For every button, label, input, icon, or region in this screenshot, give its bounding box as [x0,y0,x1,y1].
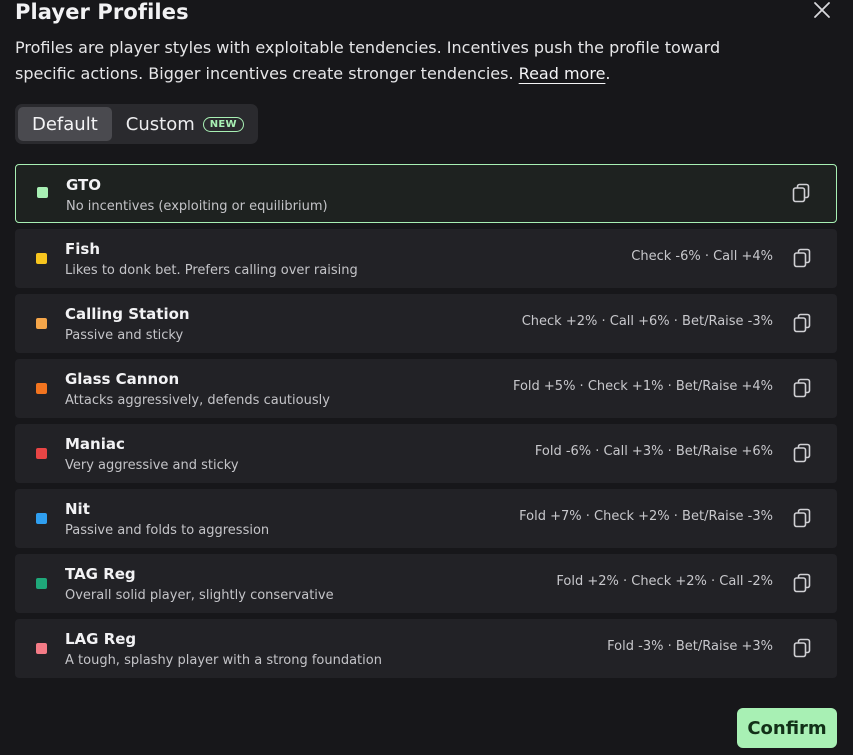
tab-custom[interactable]: Custom NEW [112,107,258,141]
close-icon[interactable] [813,1,831,19]
player-profiles-modal: Player Profiles Profiles are player styl… [0,0,853,755]
profile-color-swatch [36,383,47,394]
profile-name: Calling Station [65,305,190,323]
profile-type-tabs: Default Custom NEW [15,104,258,144]
profile-row-glass-cannon[interactable]: Glass Cannon Attacks aggressively, defend… [15,359,837,418]
profile-description: Passive and folds to aggression [65,523,270,538]
profile-row-fish[interactable]: Fish Likes to donk bet. Prefers calling o… [15,229,837,288]
profile-incentives: Fold +7% · Check +2% · Bet/Raise -3% [519,509,773,524]
copy-icon[interactable] [792,183,810,203]
tab-default[interactable]: Default [18,107,112,141]
profile-incentives: Check -6% · Call +4% [631,249,773,264]
profile-description: Overall solid player, slightly conservat… [65,588,334,603]
profile-description: No incentives (exploiting or equilibrium… [66,199,328,214]
profile-name: Fish [65,240,100,258]
profile-incentives: Fold -6% · Call +3% · Bet/Raise +6% [534,444,773,459]
profile-name: LAG Reg [65,630,137,648]
profile-row-nit[interactable]: Nit Passive and folds to aggression Fold +… [15,489,837,548]
copy-icon[interactable] [793,378,811,398]
description-period: . [605,64,611,83]
profile-name: Nit [65,500,90,518]
tab-default-label: Default [32,113,98,135]
modal-description: Profiles are player styles with exploita… [15,35,775,87]
copy-icon[interactable] [793,508,811,528]
profile-row-tag-reg[interactable]: TAG Reg Overall solid player, slightly co… [15,554,837,613]
profile-color-swatch [36,253,47,264]
profile-list: GTO No incentives (exploiting or equilibr… [15,164,837,684]
profile-color-swatch [36,318,47,329]
profile-row-calling-station[interactable]: Calling Station Passive and sticky Check +… [15,294,837,353]
profile-color-swatch [36,643,47,654]
profile-name: GTO [66,176,102,194]
description-text: Profiles are player styles with exploita… [15,38,721,83]
read-more-link[interactable]: Read more [519,64,606,83]
profile-color-swatch [36,448,47,459]
profile-description: Passive and sticky [65,328,184,343]
profile-row-lag-reg[interactable]: LAG Reg A tough, splashy player with a st… [15,619,837,678]
copy-icon[interactable] [793,313,811,333]
tab-custom-label: Custom [125,113,195,135]
profile-description: Attacks aggressively, defends cautiously [65,393,330,408]
profile-name: Glass Cannon [65,370,180,388]
profile-incentives: Fold +2% · Check +2% · Call -2% [556,574,773,589]
profile-incentives: Fold -3% · Bet/Raise +3% [607,639,773,654]
new-badge: NEW [202,116,244,132]
profile-row-maniac[interactable]: Maniac Very aggressive and sticky Fold -6%… [15,424,837,483]
profile-description: Likes to donk bet. Prefers calling over … [65,263,358,278]
copy-icon[interactable] [793,573,811,593]
profile-description: Very aggressive and sticky [65,458,239,473]
profile-incentives: Fold +5% · Check +1% · Bet/Raise +4% [512,379,773,394]
profile-row-gto[interactable]: GTO No incentives (exploiting or equilibr… [15,164,837,223]
profile-incentives: Check +2% · Call +6% · Bet/Raise -3% [521,314,773,329]
profile-description: A tough, splashy player with a strong fo… [65,653,382,668]
profile-color-swatch [36,578,47,589]
copy-icon[interactable] [793,443,811,463]
profile-name: Maniac [65,435,125,453]
profile-color-swatch [36,513,47,524]
profile-name: TAG Reg [65,565,136,583]
confirm-button[interactable]: Confirm [737,708,837,748]
modal-title: Player Profiles [15,0,189,24]
copy-icon[interactable] [793,638,811,658]
profile-color-swatch [37,187,48,198]
copy-icon[interactable] [793,248,811,268]
